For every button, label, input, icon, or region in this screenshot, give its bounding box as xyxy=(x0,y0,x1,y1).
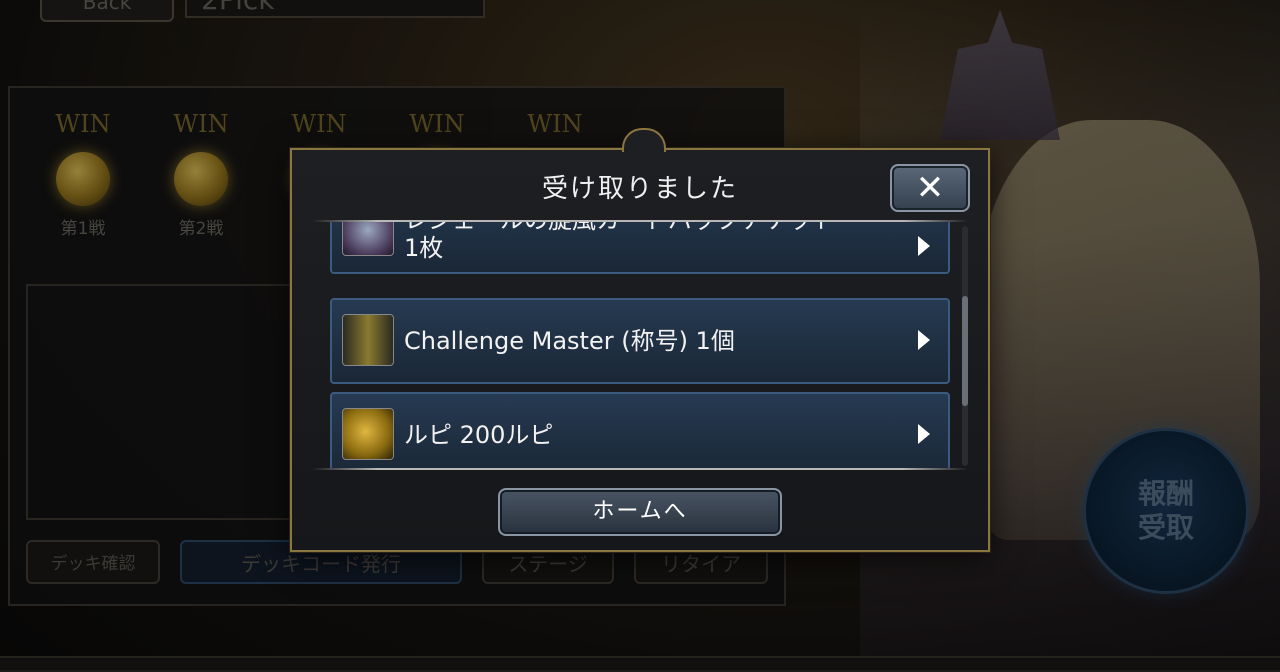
reward-received-dialog: 受け取りました ✕ レジェールの旋風カードパックチケット 1枚 Challeng… xyxy=(290,128,990,552)
home-button[interactable]: ホームへ xyxy=(498,488,782,536)
chevron-right-icon xyxy=(918,424,930,444)
rupee-icon xyxy=(342,408,394,460)
scroll-thumb[interactable] xyxy=(962,296,968,406)
reward-item[interactable]: Challenge Master (称号) 1個 xyxy=(330,298,950,384)
dialog-title: 受け取りました xyxy=(541,174,738,204)
reward-item-text: ルピ 200ルピ xyxy=(404,421,554,449)
chevron-right-icon xyxy=(918,330,930,350)
reward-list[interactable]: レジェールの旋風カードパックチケット 1枚 Challenge Master (… xyxy=(330,222,954,468)
bottom-divider xyxy=(312,468,968,470)
card-pack-icon xyxy=(342,222,394,256)
chevron-right-icon xyxy=(918,236,930,256)
scrollbar[interactable] xyxy=(962,226,968,466)
title-icon xyxy=(342,314,394,366)
reward-item[interactable]: レジェールの旋風カードパックチケット 1枚 xyxy=(330,222,950,274)
close-button[interactable]: ✕ xyxy=(890,164,970,212)
reward-item-text: Challenge Master (称号) 1個 xyxy=(404,327,735,355)
reward-item-text: レジェールの旋風カードパックチケット 1枚 xyxy=(404,222,836,262)
reward-item[interactable]: ルピ 200ルピ xyxy=(330,392,950,468)
